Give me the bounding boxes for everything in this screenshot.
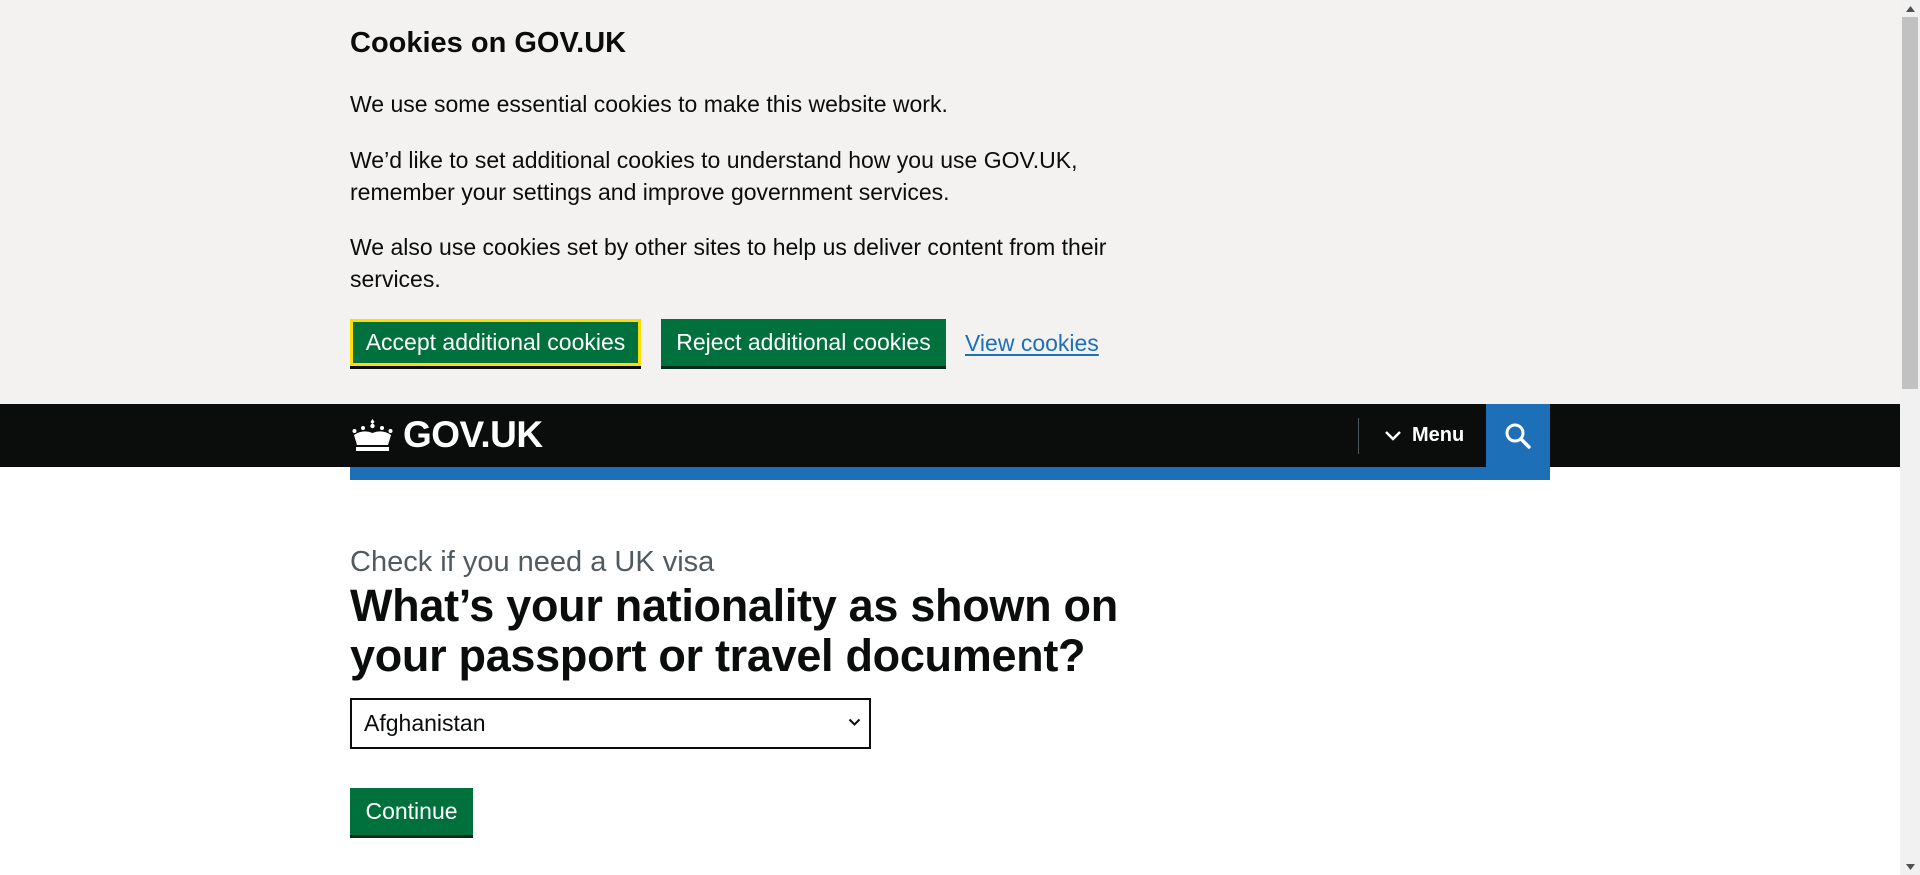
header-divider bbox=[1358, 418, 1359, 454]
search-button[interactable] bbox=[1486, 404, 1550, 467]
menu-button[interactable]: Menu bbox=[1374, 404, 1486, 467]
search-icon bbox=[1505, 423, 1531, 449]
nationality-select-value: Afghanistan bbox=[364, 710, 486, 736]
scroll-up-arrow-icon[interactable] bbox=[1900, 0, 1920, 17]
reject-cookies-button[interactable]: Reject additional cookies bbox=[661, 319, 946, 366]
cookie-paragraph-essential: We use some essential cookies to make th… bbox=[350, 91, 948, 117]
header-blue-bar bbox=[350, 467, 1550, 480]
scrollbar[interactable] bbox=[1900, 0, 1920, 875]
logo-text: GOV.UK bbox=[403, 414, 543, 455]
govuk-logo-link[interactable]: GOV.UK bbox=[350, 414, 543, 456]
menu-label: Menu bbox=[1412, 424, 1465, 446]
nationality-select[interactable]: Afghanistan bbox=[350, 698, 871, 749]
continue-button[interactable]: Continue bbox=[350, 788, 473, 835]
accept-cookies-button[interactable]: Accept additional cookies bbox=[350, 319, 641, 366]
site-header: GOV.UK Menu bbox=[0, 404, 1900, 467]
chevron-down-icon bbox=[1385, 430, 1401, 441]
view-cookies-link[interactable]: View cookies bbox=[965, 327, 1099, 359]
page: Cookies on GOV.UK We use some essential … bbox=[0, 0, 1920, 875]
cookie-banner: Cookies on GOV.UK We use some essential … bbox=[0, 0, 1900, 404]
cookie-paragraph-additional: We’d like to set additional cookies to u… bbox=[350, 147, 1078, 205]
cookie-banner-title: Cookies on GOV.UK bbox=[350, 27, 627, 59]
cookie-paragraph-third-party: We also use cookies set by other sites t… bbox=[350, 234, 1107, 292]
page-caption: Check if you need a UK visa bbox=[350, 546, 715, 578]
chevron-down-icon bbox=[848, 718, 861, 726]
page-title: What’s your nationality as shown on your… bbox=[350, 580, 1118, 681]
scrollbar-thumb[interactable] bbox=[1902, 17, 1918, 389]
crown-icon bbox=[352, 419, 393, 451]
scroll-down-arrow-icon[interactable] bbox=[1900, 858, 1920, 875]
